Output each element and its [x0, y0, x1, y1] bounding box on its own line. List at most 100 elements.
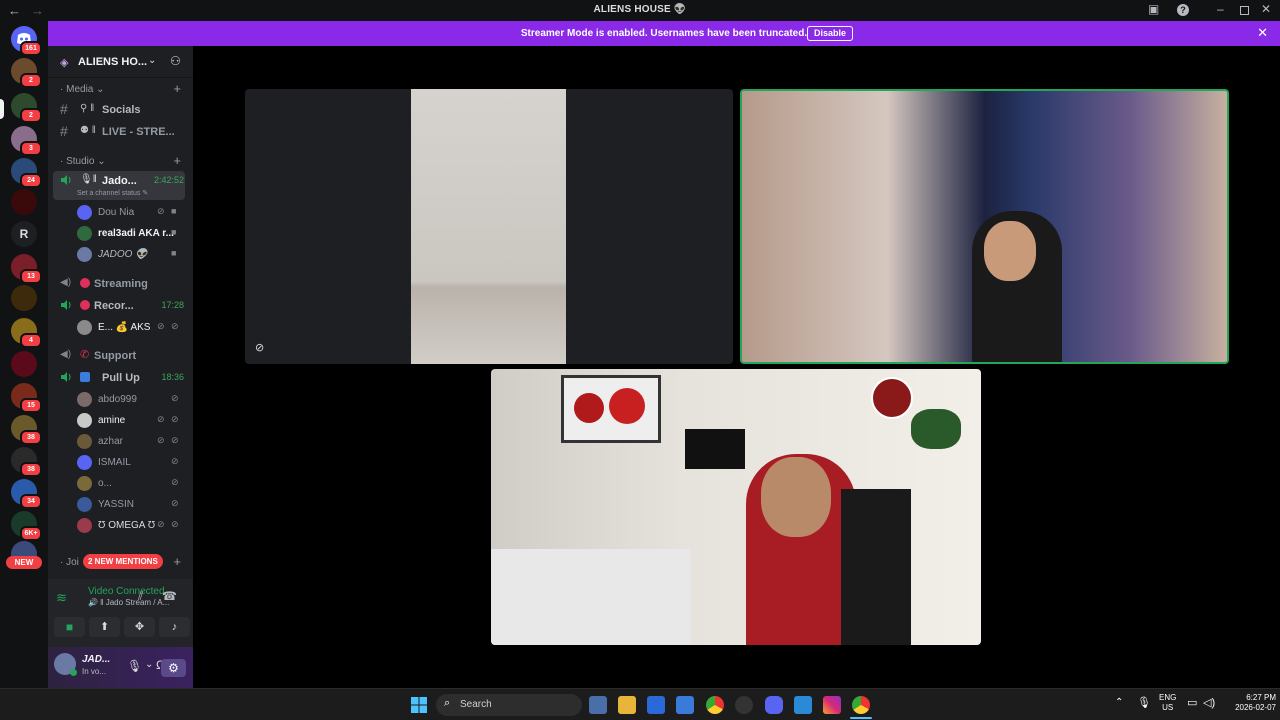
- voice-status[interactable]: Video Connected: [88, 586, 165, 597]
- close-window-icon[interactable]: ✕: [1261, 2, 1271, 16]
- tray-chevron-icon[interactable]: ⌃: [1115, 697, 1123, 708]
- speaker-icon: ◀): [60, 277, 72, 288]
- settings-gear-icon[interactable]: ⚙: [161, 659, 186, 677]
- add-channel-icon[interactable]: +: [173, 153, 181, 168]
- camera-button[interactable]: ■: [54, 617, 85, 637]
- streamer-mode-banner: Streamer Mode is enabled. Usernames have…: [48, 21, 1280, 46]
- voice-member[interactable]: amine ⊘ ⊘: [77, 411, 187, 431]
- noise-suppression-icon[interactable]: ⫽: [138, 589, 143, 604]
- server-icon[interactable]: 38: [11, 447, 42, 477]
- category-studio[interactable]: · Studio ⌄: [60, 156, 106, 167]
- voice-member[interactable]: Dou Nia ⊘ ■: [77, 203, 187, 223]
- tray-mic-icon[interactable]: 🎙: [1137, 696, 1151, 709]
- voice-member[interactable]: Ʊ OMEGA Ʊ ⊘ ⊘: [77, 516, 187, 536]
- server-icon[interactable]: 4: [11, 318, 42, 348]
- server-icon[interactable]: 13: [11, 254, 42, 284]
- avatar: [77, 320, 92, 335]
- channel-status-text: Set a channel status: [77, 190, 141, 197]
- server-icon[interactable]: 3: [11, 126, 42, 156]
- video-feed-plant: [911, 409, 961, 449]
- server-icon[interactable]: 15: [11, 383, 42, 413]
- speaker-icon: ◀): [60, 349, 72, 360]
- disconnect-icon[interactable]: ☎: [162, 589, 177, 603]
- voice-member[interactable]: azhar ⊘ ⊘: [77, 432, 187, 452]
- server-icon[interactable]: [11, 189, 37, 215]
- voice-channel-name[interactable]: 🔊 ‖ Jado Stream / A...: [88, 598, 169, 607]
- voice-member[interactable]: ISMAIL ⊘: [77, 453, 187, 473]
- file-explorer-icon[interactable]: [618, 696, 636, 714]
- member-name: YASSIN: [98, 499, 134, 510]
- server-icon[interactable]: 38: [11, 415, 42, 445]
- guild-header[interactable]: ◈ ALIENS HO... ⌄ ⚇: [48, 46, 193, 78]
- channel-timer: 18:36: [161, 372, 184, 382]
- category-join[interactable]: · Joi: [60, 557, 79, 568]
- channel-streaming[interactable]: ◀) Streaming: [56, 274, 184, 294]
- mention-badge: 2: [20, 73, 42, 88]
- add-channel-icon[interactable]: +: [173, 554, 181, 569]
- voice-member[interactable]: real3adi AKA r... ■: [77, 224, 187, 244]
- direct-messages-icon[interactable]: 161: [11, 26, 42, 56]
- voice-member[interactable]: JADOO 👽 ■: [77, 245, 187, 265]
- channel-socials[interactable]: # ⚲ ‖ Socials: [56, 100, 184, 120]
- chevron-down-icon[interactable]: ⌄: [145, 659, 153, 670]
- microphone-icon[interactable]: 🎙: [127, 659, 142, 673]
- server-icon[interactable]: [11, 285, 37, 311]
- server-icon[interactable]: [11, 351, 37, 377]
- minimize-icon[interactable]: –: [1217, 2, 1224, 16]
- photos-icon[interactable]: [794, 696, 812, 714]
- store-icon[interactable]: [676, 696, 694, 714]
- channel-timer: 2:42:52: [153, 175, 184, 185]
- voice-member[interactable]: o... ⊘: [77, 474, 187, 494]
- new-badge[interactable]: NEW: [6, 556, 42, 569]
- windows-start-icon[interactable]: [411, 697, 427, 713]
- video-feed-face: [984, 221, 1036, 281]
- channel-pullup[interactable]: Pull Up 18:36: [56, 368, 184, 388]
- soundboard-button[interactable]: ♪: [159, 617, 190, 637]
- category-media[interactable]: · Media ⌄: [60, 84, 105, 95]
- video-tile[interactable]: [491, 369, 981, 645]
- mention-badge: 34: [20, 494, 42, 509]
- server-icon[interactable]: 34: [11, 479, 42, 509]
- chrome-active-icon[interactable]: [852, 696, 870, 714]
- discord-icon[interactable]: [765, 696, 783, 714]
- video-tile[interactable]: ⊘: [245, 89, 733, 364]
- voice-member[interactable]: YASSIN ⊘: [77, 495, 187, 515]
- video-tile-speaking[interactable]: [740, 89, 1229, 364]
- server-icon[interactable]: 6K+: [11, 511, 42, 541]
- server-letter-icon[interactable]: R: [11, 221, 37, 247]
- avatar: [77, 392, 92, 407]
- channel-recording[interactable]: Recor... 17:28: [56, 296, 184, 316]
- server-icon[interactable]: 2: [11, 58, 42, 88]
- add-channel-icon[interactable]: +: [173, 81, 181, 96]
- inbox-icon[interactable]: ▣: [1148, 2, 1159, 16]
- instagram-icon[interactable]: [823, 696, 841, 714]
- network-icon[interactable]: ▭: [1187, 696, 1197, 709]
- github-icon[interactable]: [735, 696, 753, 714]
- language-indicator[interactable]: ENG US: [1159, 693, 1176, 713]
- widgets-icon[interactable]: [589, 696, 607, 714]
- invite-people-icon[interactable]: ⚇: [170, 54, 181, 68]
- maximize-icon[interactable]: [1240, 6, 1249, 15]
- screen-share-button[interactable]: ⬆: [89, 617, 120, 637]
- chrome-icon[interactable]: [706, 696, 724, 714]
- channel-jado[interactable]: 🎙‖ Jado... 2:42:52: [56, 171, 184, 191]
- mail-icon[interactable]: [647, 696, 665, 714]
- user-name[interactable]: JAD...: [82, 654, 110, 665]
- channel-status-hint[interactable]: Set a channel status ✎: [77, 189, 148, 197]
- close-icon[interactable]: ✕: [1257, 25, 1268, 41]
- server-icon[interactable]: 2: [11, 93, 42, 123]
- clock[interactable]: 6:27 PM 2026-02-07: [1226, 693, 1276, 713]
- disable-button[interactable]: Disable: [807, 26, 854, 41]
- signal-icon[interactable]: ≋: [56, 590, 67, 606]
- activities-button[interactable]: ✥: [124, 617, 155, 637]
- new-mentions-pill[interactable]: 2 NEW MENTIONS: [83, 554, 163, 569]
- voice-member[interactable]: abdo999 ⊘: [77, 390, 187, 410]
- channel-live[interactable]: # ⚉ ‖ LIVE - STRE...: [56, 122, 184, 142]
- help-icon[interactable]: ?: [1177, 4, 1189, 16]
- voice-member[interactable]: E... 💰 AKS ⊘ ⊘: [77, 318, 187, 338]
- taskbar-search[interactable]: ⌕ Search: [436, 694, 582, 716]
- region-code: US: [1162, 703, 1174, 712]
- volume-icon[interactable]: ◁): [1203, 696, 1215, 709]
- channel-support[interactable]: ◀) ✆ Support: [56, 346, 184, 366]
- server-icon[interactable]: 24: [11, 158, 42, 188]
